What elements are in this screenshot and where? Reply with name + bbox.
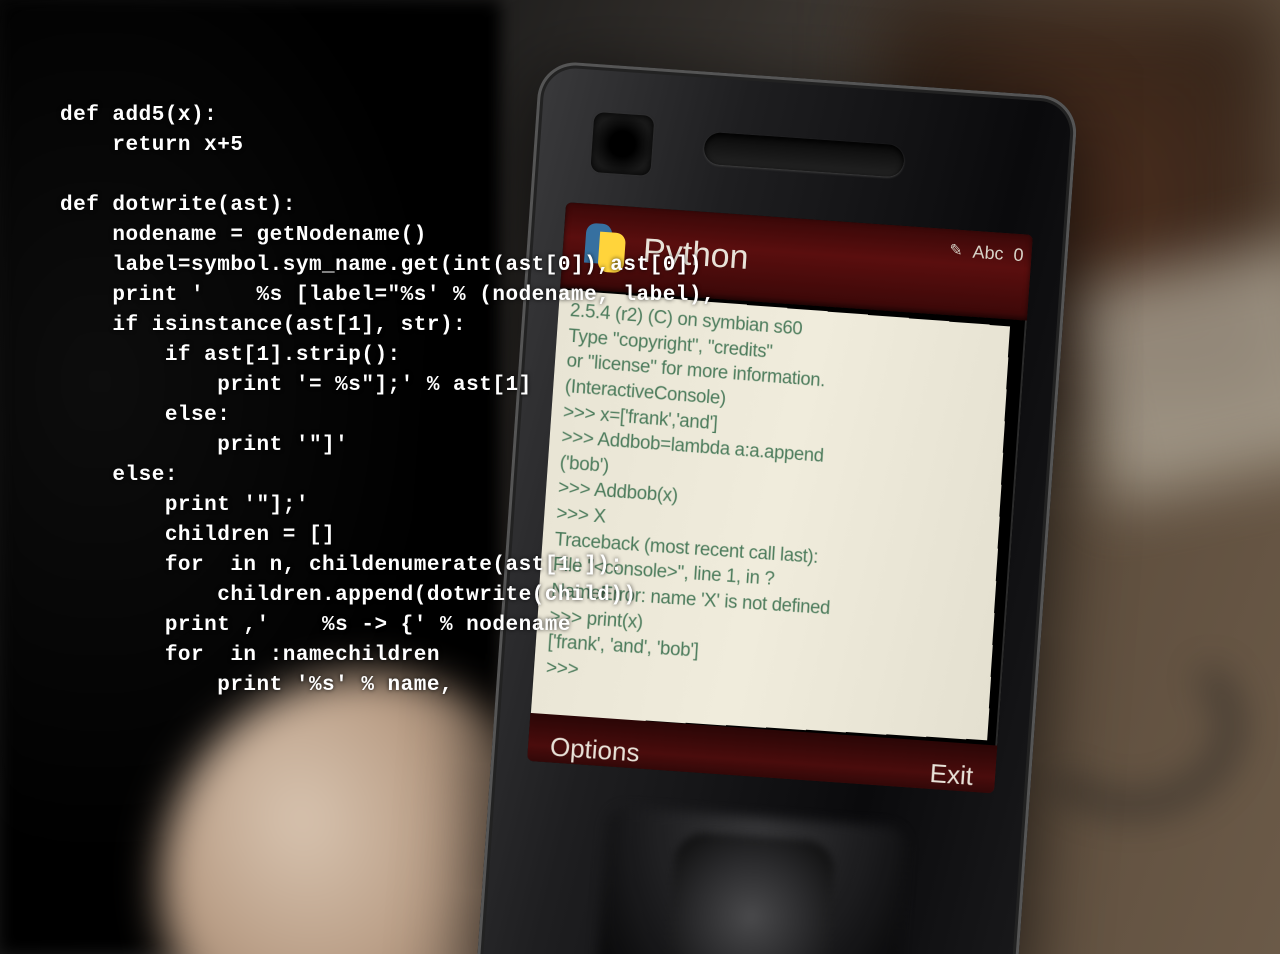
phone-dpad[interactable] [665, 831, 836, 954]
code-line: print '= %s"];' % ast[1] [60, 374, 532, 397]
input-mode: Abc [972, 241, 1004, 264]
code-line: print '"];' [60, 494, 309, 517]
softkey-exit[interactable]: Exit [929, 757, 974, 791]
code-line: print ' %s [label="%s' % (nodename, labe… [60, 284, 715, 307]
code-line: else: [60, 404, 230, 427]
code-line: def dotwrite(ast): [60, 194, 296, 217]
code-line: print ,' %s -> {' % nodename [60, 614, 571, 637]
code-line: print '%s' % name, [60, 674, 453, 697]
code-line: if isinstance(ast[1], str): [60, 314, 466, 337]
scene-root: Python ✎ Abc 0 2.5.4 (r2) (C) on symbian… [0, 0, 1280, 954]
code-line: for in n, childenumerate(ast[1:]): [60, 554, 623, 577]
code-line: children.append(dotwrite(child)) [60, 584, 637, 607]
status-bar: ✎ Abc 0 [948, 233, 1025, 272]
softkey-options[interactable]: Options [549, 731, 641, 768]
background-cable [1024, 638, 1240, 814]
code-line: def add5(x): [60, 104, 217, 127]
status-counter: 0 [1013, 244, 1024, 266]
pencil-icon: ✎ [949, 240, 964, 261]
code-line: label=symbol.sym_name.get(int(ast[0]),as… [60, 254, 702, 277]
code-line: if ast[1].strip(): [60, 344, 401, 367]
code-line: nodename = getNodename() [60, 224, 427, 247]
code-line: return x+5 [60, 134, 243, 157]
code-overlay: def add5(x): return x+5 def dotwrite(ast… [60, 101, 715, 701]
code-line: else: [60, 464, 178, 487]
code-line: for in :namechildren [60, 644, 440, 667]
code-line: children = [] [60, 524, 335, 547]
code-line: print '"]' [60, 434, 348, 457]
